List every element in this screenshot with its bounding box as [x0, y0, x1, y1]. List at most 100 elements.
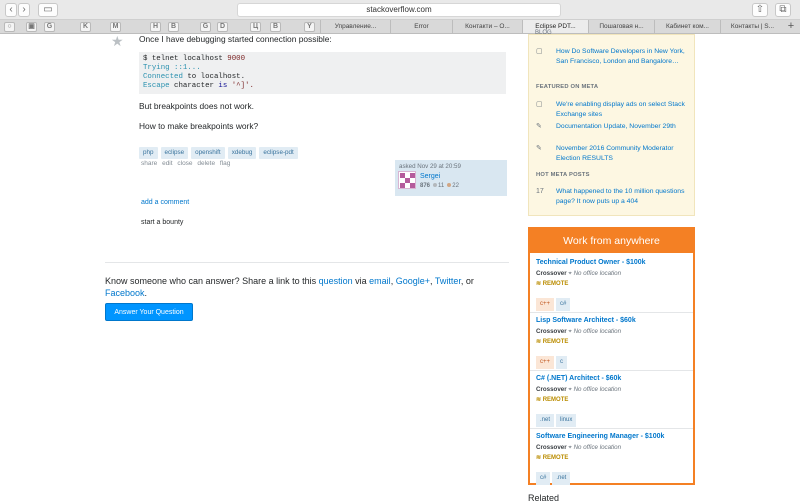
blog-heading: BLOG	[535, 30, 552, 36]
job-title-link[interactable]: Software Engineering Manager - $100k	[536, 432, 688, 442]
delete-link[interactable]: delete	[197, 160, 215, 167]
tag[interactable]: openshift	[191, 147, 225, 159]
job-tag[interactable]: .net	[536, 414, 555, 427]
code-string: '^]'.	[227, 82, 254, 90]
bookmark-icon[interactable]: ▣	[26, 22, 37, 32]
tag[interactable]: xdebug	[227, 147, 257, 159]
forward-button[interactable]: ›	[18, 3, 30, 17]
location-pin-icon: ⌖	[568, 386, 572, 393]
close-link[interactable]: close	[177, 160, 192, 167]
jobs-header[interactable]: Work from anywhere	[530, 229, 693, 253]
flag-link[interactable]: flag	[220, 160, 230, 167]
job-title-link[interactable]: C# (.NET) Architect - $60k	[536, 374, 688, 384]
job-tags: c# .net	[536, 466, 688, 485]
tab[interactable]: Контакты | S...	[720, 20, 784, 33]
job-listing[interactable]: Lisp Software Architect - $60k Crossover…	[536, 316, 688, 369]
bookmark-icon[interactable]: K	[80, 22, 91, 32]
tab[interactable]: Управление...	[320, 20, 390, 33]
company-name: Crossover	[536, 328, 567, 335]
tab[interactable]: Контакти – О...	[452, 20, 522, 33]
bookmark-icon[interactable]: B	[270, 22, 281, 32]
job-listing[interactable]: Technical Product Owner - $100k Crossove…	[536, 258, 688, 311]
featured-heading: FEATURED ON META	[536, 84, 599, 90]
bookmark-icon[interactable]: H	[150, 22, 161, 32]
facebook-link[interactable]: Facebook	[105, 288, 145, 298]
sidebar-toggle-icon[interactable]: ▭	[38, 3, 58, 17]
tabs-overview-icon[interactable]: ⧉	[775, 3, 791, 17]
code-number: 9000	[227, 55, 246, 63]
job-tag[interactable]: .net	[552, 472, 571, 485]
bookmark-icon[interactable]: Ц	[250, 22, 261, 32]
bronze-badge-icon	[447, 183, 452, 188]
tag[interactable]: eclipse-pdt	[259, 147, 298, 159]
blog-item-link[interactable]: How Do Software Developers in New York, …	[556, 47, 688, 66]
meta-item-link[interactable]: Documentation Update, November 29th	[556, 122, 688, 132]
tab[interactable]: Пошаговая н...	[588, 20, 654, 33]
tab[interactable]: Кабинет ком...	[654, 20, 720, 33]
job-location: No office location	[573, 270, 622, 277]
job-company: Crossover ⌖ No office location	[536, 385, 688, 395]
job-tag[interactable]: linux	[556, 414, 577, 427]
code-text: to localhost.	[182, 73, 246, 81]
meta-item-link[interactable]: We're enabling display ads on select Sta…	[556, 100, 688, 119]
remote-label: ≋ REMOTE	[536, 395, 688, 405]
share-icon[interactable]: ⇧	[752, 3, 768, 17]
location-pin-icon: ⌖	[568, 270, 572, 277]
meta-item-link[interactable]: November 2016 Community Moderator Electi…	[556, 144, 688, 163]
tag[interactable]: eclipse	[160, 147, 189, 159]
share-text: , or	[460, 276, 474, 286]
job-tag[interactable]: c#	[536, 472, 551, 485]
job-company: Crossover ⌖ No office location	[536, 443, 688, 453]
location-pin-icon: ⌖	[568, 328, 572, 335]
answer-count: 17	[536, 188, 544, 195]
bookmark-icon[interactable]: G	[44, 22, 55, 32]
back-button[interactable]: ‹	[5, 3, 17, 17]
tab[interactable]: Error	[390, 20, 452, 33]
divider	[530, 428, 693, 429]
divider	[530, 312, 693, 313]
bookmark-icon[interactable]: ○	[4, 22, 15, 32]
bookmark-icon[interactable]: Y	[304, 22, 315, 32]
address-bar[interactable]: stackoverflow.com	[237, 3, 561, 17]
job-tag[interactable]: c	[556, 356, 568, 369]
add-comment-link[interactable]: add a comment	[141, 199, 189, 206]
tag[interactable]: php	[139, 147, 158, 159]
job-tags: c++ c#	[536, 292, 688, 311]
edit-link[interactable]: edit	[162, 160, 172, 167]
code-keyword: Connected	[143, 73, 183, 81]
google-plus-link[interactable]: Google+	[396, 276, 430, 286]
job-listing[interactable]: C# (.NET) Architect - $60k Crossover ⌖ N…	[536, 374, 688, 427]
favorite-star-icon[interactable]: ★	[111, 34, 124, 48]
company-name: Crossover	[536, 386, 567, 393]
job-title-link[interactable]: Lisp Software Architect - $60k	[536, 316, 688, 326]
tab-active[interactable]: Eclipse PDT...	[522, 20, 588, 33]
wifi-icon: ≋	[536, 339, 542, 345]
bookmark-icon[interactable]: G	[200, 22, 211, 32]
twitter-link[interactable]: Twitter	[435, 276, 461, 286]
hot-meta-link[interactable]: What happened to the 10 million question…	[556, 187, 688, 206]
job-tag[interactable]: c++	[536, 298, 555, 311]
bookmark-icon[interactable]: D	[217, 22, 228, 32]
tag-list: php eclipse openshift xdebug eclipse-pdt	[139, 141, 301, 159]
job-location: No office location	[573, 444, 622, 451]
bronze-badge-count: 22	[452, 183, 459, 189]
question-link[interactable]: question	[319, 276, 353, 286]
new-tab-button[interactable]: +	[784, 20, 798, 33]
post-actions: share edit close delete flag	[141, 160, 233, 167]
bookmark-icon[interactable]: B	[168, 22, 179, 32]
avatar[interactable]	[398, 171, 416, 189]
answer-question-button[interactable]: Answer Your Question	[105, 303, 193, 321]
job-tag[interactable]: c#	[556, 298, 571, 311]
job-title-link[interactable]: Technical Product Owner - $100k	[536, 258, 688, 268]
email-link[interactable]: email	[369, 276, 391, 286]
share-prompt: Know someone who can answer? Share a lin…	[105, 275, 509, 299]
job-location: No office location	[573, 386, 622, 393]
share-text: .	[144, 288, 148, 298]
job-listing[interactable]: Software Engineering Manager - $100k Cro…	[536, 432, 688, 485]
start-bounty-link[interactable]: start a bounty	[141, 219, 183, 226]
share-link[interactable]: share	[141, 160, 157, 167]
job-tag[interactable]: c++	[536, 356, 555, 369]
user-name-link[interactable]: Sergei	[420, 173, 440, 180]
bookmark-icon[interactable]: M	[110, 22, 121, 32]
tab-bar: ○ ▣ G K M H B G D Ц B Y Управление... Er…	[0, 20, 800, 34]
